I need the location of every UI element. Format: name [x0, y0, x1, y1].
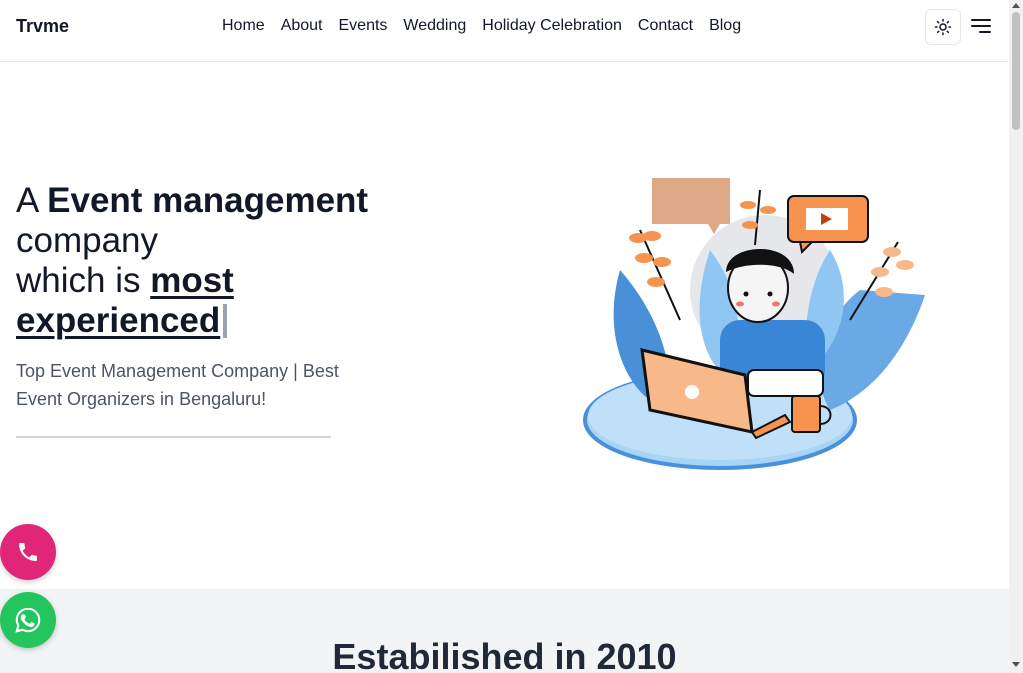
menu-icon: [971, 19, 991, 33]
hero-title: A Event management company which is most…: [16, 181, 436, 341]
scrollbar-thumb[interactable]: [1012, 12, 1020, 130]
scroll-down-arrow[interactable]: [1012, 662, 1020, 667]
hero-illustration: [583, 178, 925, 470]
whatsapp-icon: [15, 607, 41, 633]
nav-holiday-celebration[interactable]: Holiday Celebration: [482, 17, 622, 35]
hero-title-bold: Event management: [47, 181, 369, 220]
nav-blog[interactable]: Blog: [709, 17, 741, 35]
hero-title-highlight-1: most: [150, 261, 234, 300]
hero-title-line3: which is: [16, 261, 151, 300]
menu-button[interactable]: [969, 14, 993, 38]
hero-subtitle: Top Event Management Company | Best Even…: [16, 361, 339, 409]
hero-title-highlight-2: experienced: [16, 301, 221, 340]
brand-logo[interactable]: Trvme: [16, 16, 69, 37]
nav-about[interactable]: About: [281, 17, 323, 35]
main-nav: Home About Events Wedding Holiday Celebr…: [222, 17, 741, 35]
established-title: Estabilished in 2010: [332, 636, 677, 673]
hero-title-line2: company: [16, 221, 159, 260]
site-header: Trvme Home About Events Wedding Holiday …: [0, 0, 1009, 62]
whatsapp-button[interactable]: [0, 592, 56, 648]
nav-events[interactable]: Events: [339, 17, 388, 35]
sun-icon: [934, 18, 952, 36]
nav-wedding[interactable]: Wedding: [403, 17, 466, 35]
hero-divider: [16, 436, 331, 438]
theme-toggle-button[interactable]: [925, 9, 961, 45]
nav-contact[interactable]: Contact: [638, 17, 693, 35]
nav-home[interactable]: Home: [222, 17, 265, 35]
phone-icon: [19, 543, 37, 561]
hero-title-prefix: A: [16, 181, 48, 220]
typing-cursor: [223, 304, 228, 338]
vertical-scrollbar[interactable]: [1009, 0, 1023, 673]
scroll-up-arrow[interactable]: [1012, 3, 1020, 8]
call-button[interactable]: [0, 524, 56, 580]
